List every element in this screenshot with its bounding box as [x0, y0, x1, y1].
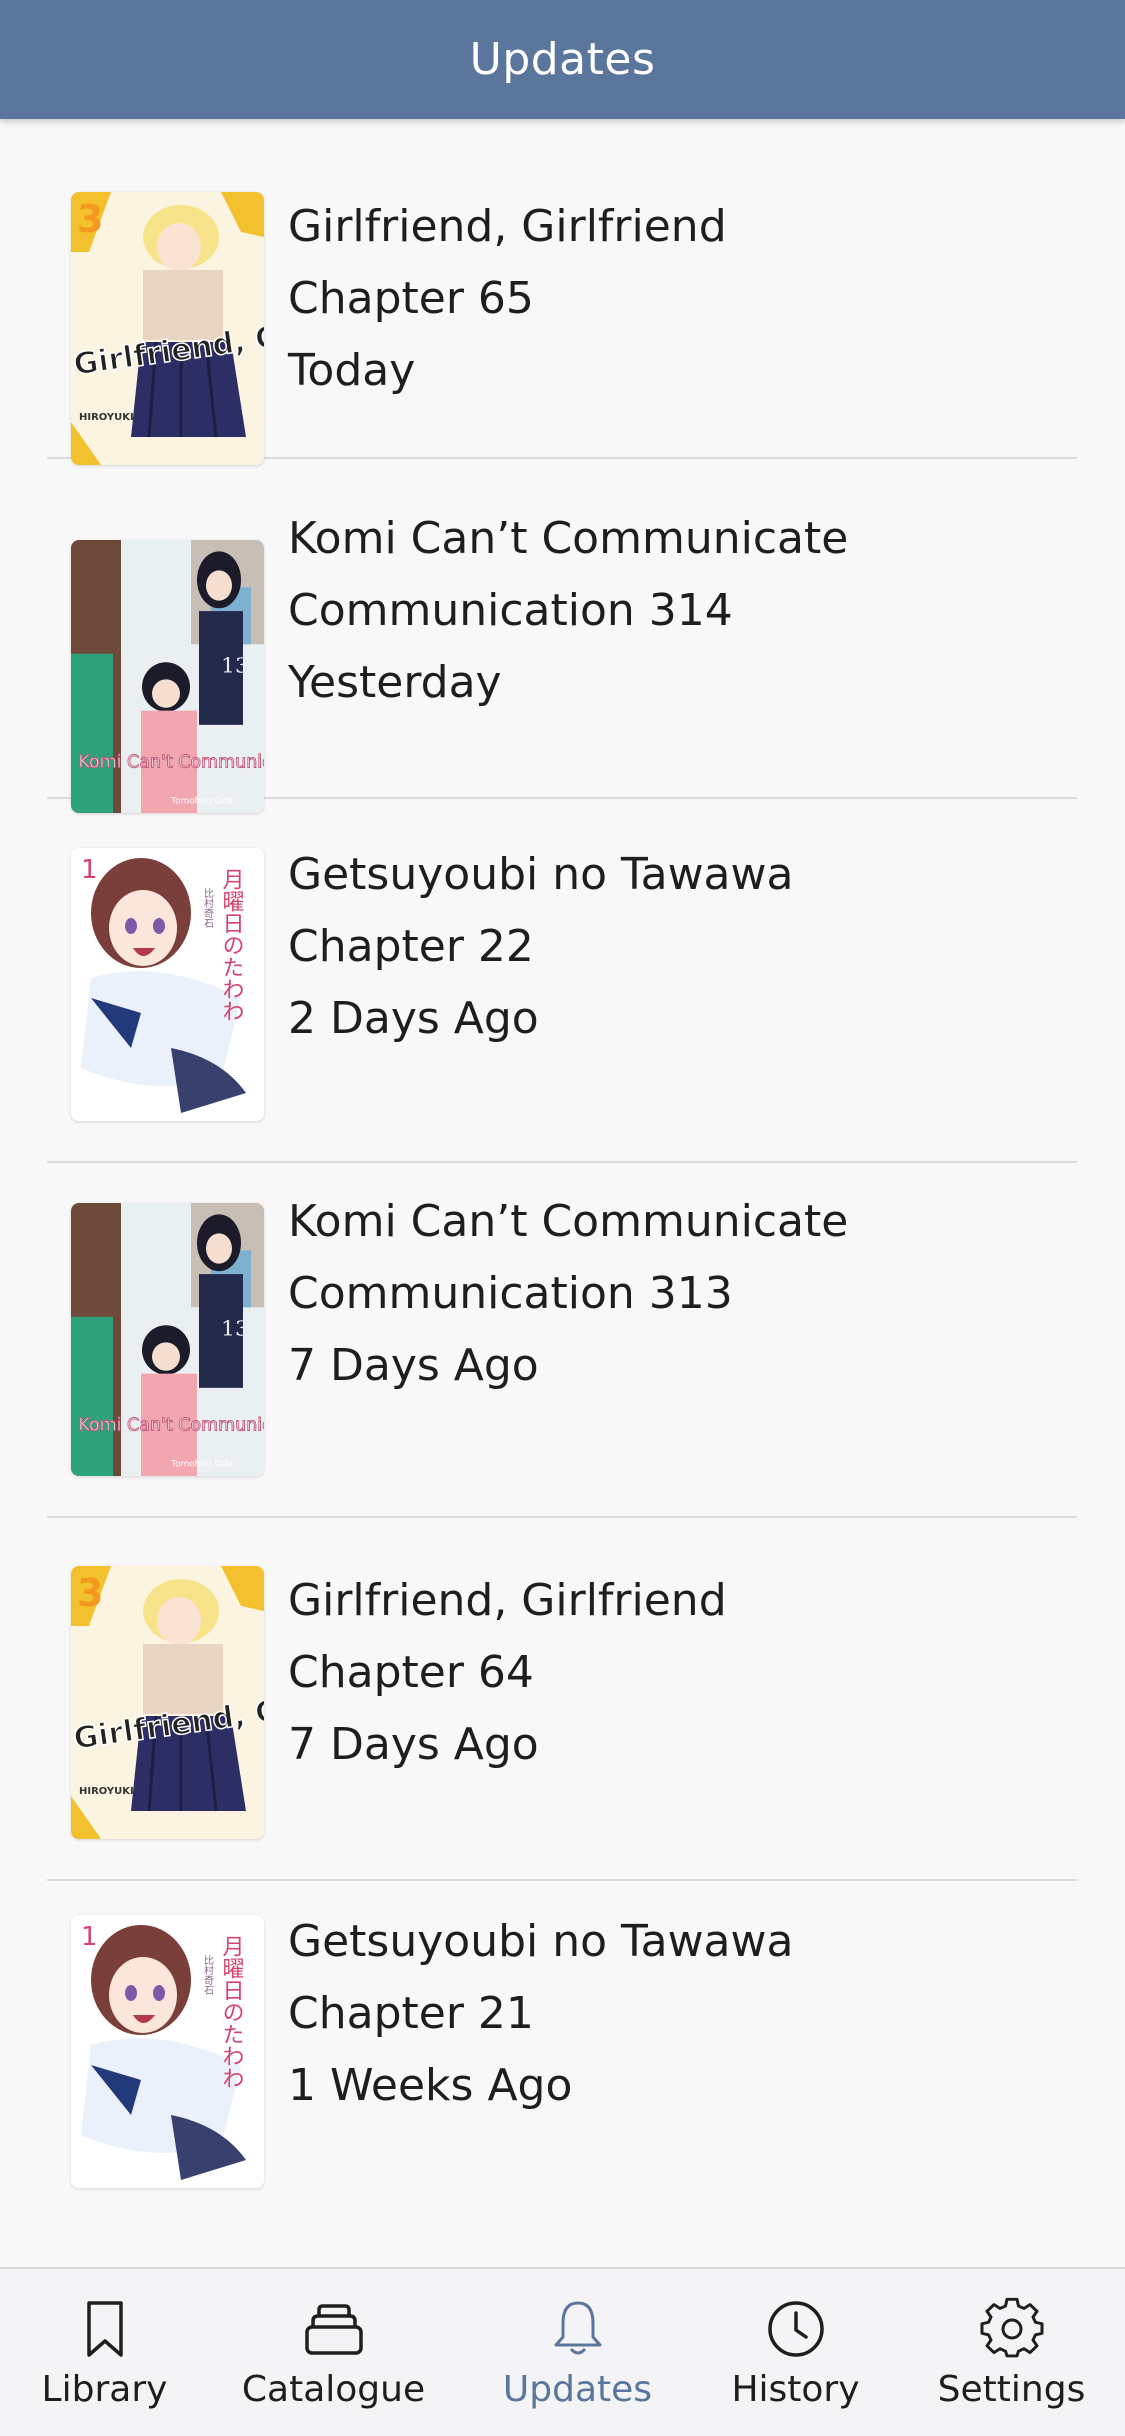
tab-label: History: [731, 2369, 860, 2410]
chapter-label: Chapter 64: [288, 1647, 534, 1698]
tab-catalogue[interactable]: Catalogue: [221, 2269, 446, 2436]
gear-icon: [980, 2297, 1044, 2361]
update-text: Girlfriend, Girlfriend Chapter 65 Today: [288, 191, 727, 407]
girlfriend-cover: 3 Girlfriend, Girlfriend HIROYUKI: [71, 192, 264, 465]
update-time: 7 Days Ago: [288, 1719, 539, 1770]
updates-list[interactable]: 3 Girlfriend, Girlfriend HIROYUKI Girlfr…: [0, 119, 1125, 2267]
manga-title: Getsuyoubi no Tawawa: [288, 1916, 794, 1967]
cover-art-title: 月曜日のたわわ: [219, 868, 245, 1022]
update-time: 1 Weeks Ago: [288, 2060, 573, 2111]
tawawa-cover: 1 月曜日のたわわ 比村奇石: [71, 1915, 264, 2188]
update-time: 2 Days Ago: [288, 993, 539, 1044]
komi-cover: 13 Komi Can't Communicate Tomohito Oda: [71, 540, 264, 813]
update-time: Yesterday: [288, 657, 502, 708]
cover-volume: 1: [81, 1922, 98, 1952]
cover-author: Tomohito Oda: [170, 797, 233, 807]
tab-label: Library: [41, 2369, 168, 2410]
tab-history[interactable]: History: [683, 2269, 908, 2436]
update-time: Today: [288, 345, 416, 396]
manga-title: Komi Can’t Communicate: [288, 513, 849, 564]
manga-title: Girlfriend, Girlfriend: [288, 201, 727, 252]
tab-bar: Library Catalogue Updates History Settin…: [0, 2267, 1125, 2436]
chapter-label: Chapter 65: [288, 273, 534, 324]
update-item[interactable]: 13 Komi Can't Communicate Tomohito Oda K…: [47, 459, 1077, 813]
girlfriend-cover: 3 Girlfriend, Girlfriend HIROYUKI: [71, 1566, 264, 1839]
cover-volume: 3: [77, 197, 103, 241]
update-item[interactable]: 3 Girlfriend, Girlfriend HIROYUKI Girlfr…: [47, 1541, 1077, 1881]
cover-art-title: Komi Can't Communicate: [78, 752, 264, 772]
cover-author: 比村奇石: [202, 888, 214, 928]
cover-author: 比村奇石: [202, 1955, 214, 1995]
update-item[interactable]: 1 月曜日のたわわ 比村奇石 Getsuyoubi no Tawawa Chap…: [47, 823, 1077, 1163]
tawawa-cover: 1 月曜日のたわわ 比村奇石: [71, 848, 264, 1121]
cover-volume: 13: [221, 654, 249, 678]
cover-volume: 13: [221, 1317, 249, 1341]
bookmark-icon: [73, 2297, 137, 2361]
cover-author: Tomohito Oda: [170, 1460, 233, 1470]
update-text: Getsuyoubi no Tawawa Chapter 22 2 Days A…: [288, 839, 793, 1055]
chapter-label: Communication 313: [288, 1268, 733, 1319]
updates-screen: Updates 3 Girlfriend, Girlfriend HIROYUK…: [0, 0, 1125, 2436]
update-item[interactable]: 13 Komi Can't Communicate Tomohito Oda K…: [47, 1178, 1077, 1518]
tab-label: Settings: [937, 2369, 1086, 2410]
cover-art-title: Komi Can't Communicate: [78, 1415, 264, 1435]
chapter-label: Communication 314: [288, 585, 733, 636]
update-text: Girlfriend, Girlfriend Chapter 64 7 Days…: [288, 1565, 727, 1781]
tab-label: Catalogue: [241, 2369, 426, 2410]
chapter-label: Chapter 22: [288, 921, 534, 972]
tab-settings[interactable]: Settings: [899, 2269, 1124, 2436]
clock-icon: [764, 2297, 828, 2361]
manga-title: Komi Can’t Communicate: [288, 1196, 849, 1247]
bell-icon: [546, 2297, 610, 2361]
cover-author: HIROYUKI: [79, 1786, 134, 1797]
manga-title: Getsuyoubi no Tawawa: [288, 849, 794, 900]
update-text: Komi Can’t Communicate Communication 313…: [288, 1186, 848, 1402]
tab-label: Updates: [502, 2369, 653, 2410]
komi-cover: 13 Komi Can't Communicate Tomohito Oda: [71, 1203, 264, 1476]
update-text: Komi Can’t Communicate Communication 314…: [288, 503, 848, 719]
update-item[interactable]: 1 月曜日のたわわ 比村奇石 Getsuyoubi no Tawawa Chap…: [47, 1890, 1077, 2230]
cover-volume: 3: [77, 1571, 103, 1615]
page-title: Updates: [469, 34, 656, 85]
tab-library[interactable]: Library: [0, 2269, 217, 2436]
header-bar: Updates: [0, 0, 1125, 119]
stack-icon: [302, 2297, 366, 2361]
update-text: Getsuyoubi no Tawawa Chapter 21 1 Weeks …: [288, 1906, 793, 2122]
cover-art-title: 月曜日のたわわ: [219, 1935, 245, 2089]
cover-volume: 1: [81, 855, 98, 885]
update-item[interactable]: 3 Girlfriend, Girlfriend HIROYUKI Girlfr…: [47, 119, 1077, 465]
tab-updates[interactable]: Updates: [465, 2269, 690, 2436]
update-time: 7 Days Ago: [288, 1340, 539, 1391]
manga-title: Girlfriend, Girlfriend: [288, 1575, 727, 1626]
chapter-label: Chapter 21: [288, 1988, 534, 2039]
cover-author: HIROYUKI: [79, 412, 134, 423]
